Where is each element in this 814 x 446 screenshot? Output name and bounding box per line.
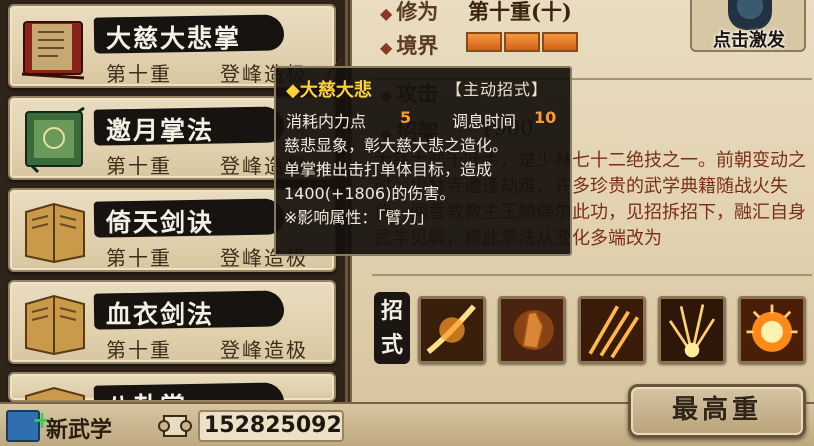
activate-label: 点击激发 bbox=[713, 30, 785, 51]
skill-rank: 登峰造极 bbox=[220, 338, 308, 362]
scroll-icon bbox=[158, 415, 192, 437]
move-palm-icon[interactable] bbox=[498, 296, 566, 364]
tooltip-cost-value: 5 bbox=[400, 108, 412, 127]
red-book-icon bbox=[21, 21, 85, 80]
tooltip-line: ※影响属性：「臂力」 bbox=[284, 208, 434, 227]
skill-name: 大慈大悲掌 bbox=[106, 24, 242, 53]
skill-name: 倚天剑诀 bbox=[106, 208, 215, 237]
skill-card-xueyi[interactable]: 血衣剑法 第十重 登峰造极 bbox=[8, 280, 336, 364]
skill-level: 第十重 bbox=[106, 338, 172, 362]
move-slash-icon[interactable] bbox=[418, 296, 486, 364]
brown-book-icon bbox=[25, 386, 85, 400]
realm-label: ◆ 境界 bbox=[380, 33, 439, 58]
tooltip-line: 慈悲显象，彰大慈大悲之造化。 bbox=[284, 136, 509, 155]
diamond-icon: ◆ bbox=[380, 4, 393, 23]
move-burst-icon[interactable] bbox=[658, 296, 726, 364]
skill-points-value: 152825092 bbox=[198, 410, 344, 442]
realm-bar-segment bbox=[542, 32, 578, 52]
new-skill-book-icon[interactable]: + bbox=[6, 408, 52, 442]
brown-book-icon bbox=[25, 294, 85, 356]
green-book-icon bbox=[25, 106, 85, 174]
brown-book-icon bbox=[25, 202, 85, 264]
skill-card-bagua[interactable]: 八卦掌 bbox=[8, 372, 336, 402]
move-explosion-icon[interactable] bbox=[738, 296, 806, 364]
skill-name: 血衣剑法 bbox=[106, 300, 215, 329]
tooltip-title: ◆大慈大悲 bbox=[286, 80, 372, 101]
skill-name: 八卦掌 bbox=[106, 387, 187, 400]
skill-level: 第十重 bbox=[106, 246, 172, 270]
activate-button[interactable]: 点击激发 bbox=[690, 0, 806, 52]
moves-label: 招式 bbox=[374, 292, 410, 364]
tooltip-cooldown-value: 10 bbox=[534, 108, 557, 127]
cultivation-label: ◆ 修为 bbox=[380, 0, 439, 24]
tooltip-description: 慈悲显象，彰大慈大悲之造化。 单掌推出击打单体目标，造成 1400(+1806)… bbox=[284, 134, 566, 230]
new-skill-label[interactable]: 新武学 bbox=[46, 412, 112, 444]
cultivation-value: 第十重(十) bbox=[468, 0, 572, 24]
tooltip-cost-label: 消耗内力点 bbox=[286, 112, 367, 131]
tooltip-cooldown-label: 调息时间 bbox=[452, 112, 517, 131]
skill-level: 第十重 bbox=[106, 62, 172, 86]
realm-bar-segment bbox=[504, 32, 540, 52]
realm-bar-segment bbox=[466, 32, 502, 52]
diamond-icon: ◆ bbox=[380, 38, 393, 57]
skill-name: 邀月掌法 bbox=[106, 116, 215, 145]
move-tooltip: ◆大慈大悲 【主动招式】 消耗内力点 5 调息时间 10 慈悲显象，彰大慈大悲之… bbox=[274, 66, 572, 256]
max-level-button[interactable]: 最高重 bbox=[628, 384, 806, 438]
tooltip-move-type: 【主动招式】 bbox=[446, 80, 549, 99]
skill-level: 第十重 bbox=[106, 154, 172, 178]
tooltip-line: 1400(+1806)的伤害。 bbox=[284, 184, 456, 203]
tooltip-line: 单掌推出击打单体目标，造成 bbox=[284, 160, 493, 179]
move-fire-icon[interactable] bbox=[578, 296, 646, 364]
